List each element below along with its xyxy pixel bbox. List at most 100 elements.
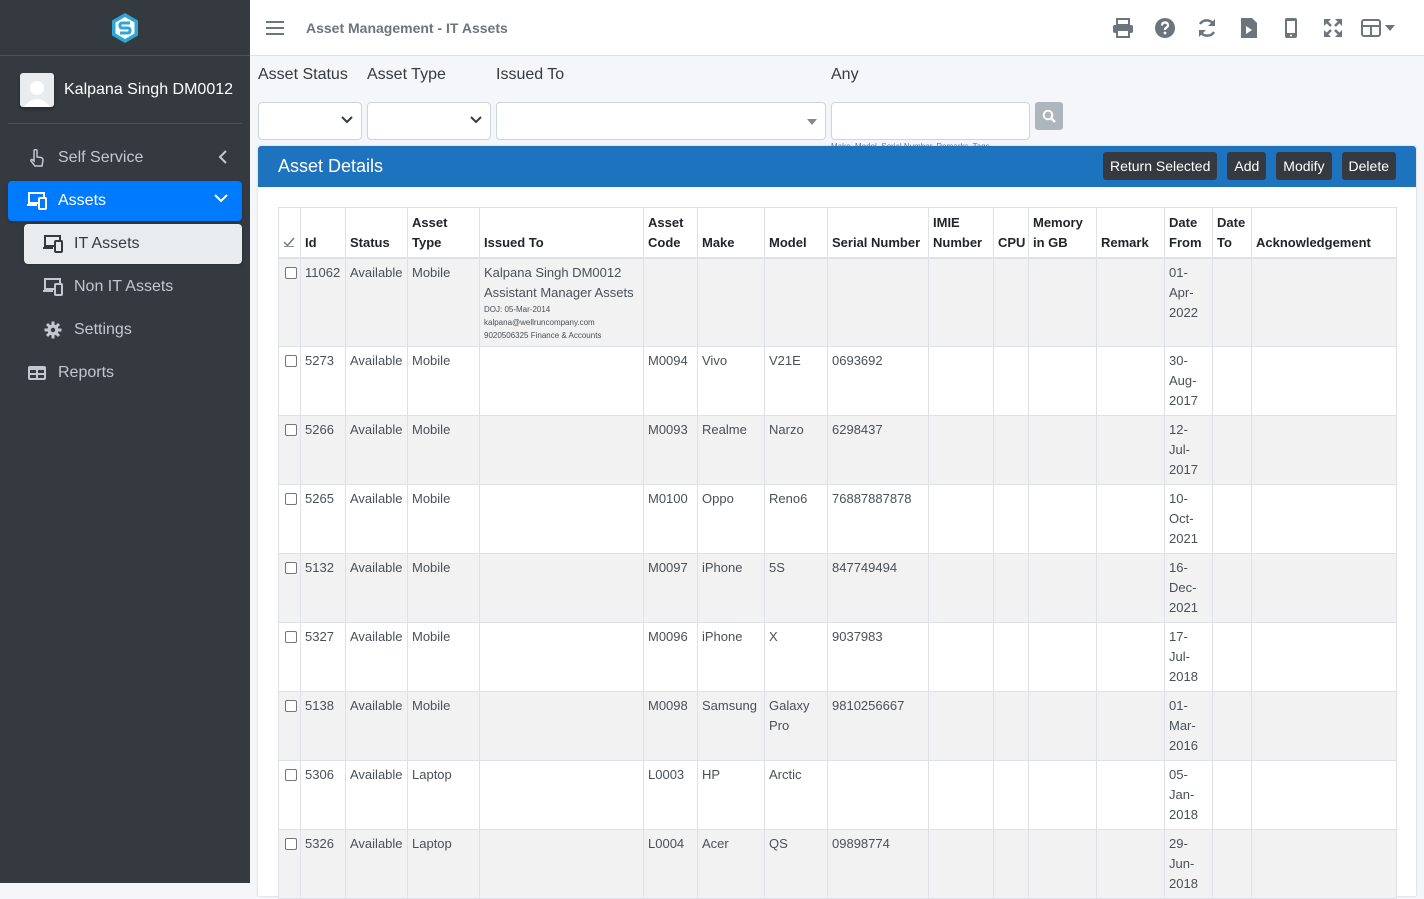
cell-serial: 09898774 — [827, 829, 929, 899]
help-button[interactable] — [1144, 14, 1186, 42]
cell-code: M0094 — [643, 346, 698, 416]
col-header-asset-type[interactable]: Asset Type — [407, 207, 480, 259]
row-checkbox[interactable] — [285, 266, 297, 279]
chevron-down-icon — [470, 116, 482, 124]
user-panel[interactable]: Kalpana Singh DM0012 — [8, 56, 242, 124]
col-header-issued-to[interactable]: Issued To — [479, 207, 644, 259]
cell-id: 11062 — [300, 257, 346, 347]
cell-id: 5327 — [300, 622, 346, 692]
row-checkbox[interactable] — [285, 424, 297, 436]
sidebar-item-reports[interactable]: Reports — [8, 353, 242, 393]
row-checkbox[interactable] — [285, 562, 297, 574]
row-checkbox[interactable] — [285, 700, 297, 712]
row-checkbox[interactable] — [285, 493, 297, 505]
return-selected-button[interactable]: Return Selected — [1102, 152, 1218, 180]
col-header-serial-number[interactable]: Serial Number — [827, 207, 929, 259]
print-button[interactable] — [1102, 14, 1144, 42]
mobile-view-button[interactable] — [1270, 14, 1312, 42]
user-name[interactable]: Kalpana Singh DM0012 — [64, 81, 233, 99]
cell-issued-to: Kalpana Singh DM0012 Assistant Manager A… — [479, 257, 644, 347]
asset-type-select[interactable] — [367, 102, 491, 140]
row-checkbox[interactable] — [285, 769, 297, 781]
cell-code: M0100 — [643, 484, 698, 554]
cell-id: 5138 — [300, 691, 346, 761]
col-header-acknowledgement[interactable]: Acknowledgement — [1251, 207, 1397, 259]
row-checkbox[interactable] — [285, 355, 297, 367]
table-row[interactable]: 5132 Available Mobile M0097 iPhone 5S 84… — [278, 553, 1397, 623]
cell-code: M0098 — [643, 691, 698, 761]
col-header-id[interactable]: Id — [300, 207, 346, 259]
table-row[interactable]: 5266 Available Mobile M0093 Realme Narzo… — [278, 415, 1397, 485]
cell-status: Available — [345, 691, 408, 761]
cell-model — [764, 257, 828, 347]
any-search-input[interactable] — [831, 102, 1030, 140]
col-header-asset-code[interactable]: Asset Code — [643, 207, 698, 259]
modify-button[interactable]: Modify — [1276, 152, 1332, 180]
asset-status-select[interactable] — [258, 102, 362, 140]
help-icon — [1155, 18, 1175, 38]
col-header-memory[interactable]: Memory in GB — [1028, 207, 1097, 259]
avatar[interactable] — [20, 72, 54, 107]
row-checkbox[interactable] — [285, 838, 297, 850]
top-navbar: Asset Management - IT Assets — [250, 0, 1424, 56]
cell-type: Mobile — [407, 346, 480, 416]
cell-date-from: 30-Aug-2017 — [1164, 346, 1213, 416]
sidebar-item-non-it-assets[interactable]: Non IT Assets — [24, 267, 242, 307]
cell-make: HP — [697, 760, 765, 830]
col-header-status[interactable]: Status — [345, 207, 408, 259]
search-icon — [1042, 109, 1056, 123]
col-header-model[interactable]: Model — [764, 207, 828, 259]
cell-model: Galaxy Pro — [764, 691, 828, 761]
chevron-left-icon — [218, 150, 227, 164]
chevron-down-icon — [214, 194, 228, 203]
sidebar-item-settings[interactable]: Settings — [24, 310, 242, 350]
refresh-button[interactable] — [1186, 14, 1228, 42]
col-header-imie-number[interactable]: IMIE Number — [928, 207, 994, 259]
search-button[interactable] — [1035, 102, 1063, 130]
cell-date-from: 05-Jan-2018 — [1164, 760, 1213, 830]
columns-toggle-button[interactable] — [1354, 14, 1402, 42]
table-row[interactable]: 11062 Available Mobile Kalpana Singh DM0… — [278, 257, 1397, 347]
cell-type: Mobile — [407, 691, 480, 761]
file-export-icon — [1241, 18, 1257, 38]
hamburger-menu-icon[interactable] — [266, 20, 284, 36]
sidebar-item-it-assets[interactable]: IT Assets — [24, 224, 242, 264]
cell-status: Available — [345, 553, 408, 623]
fullscreen-button[interactable] — [1312, 14, 1354, 42]
delete-button[interactable]: Delete — [1341, 152, 1396, 180]
cell-status: Available — [345, 829, 408, 899]
logo-icon[interactable] — [110, 12, 140, 44]
issued-to-label: Issued To — [496, 66, 565, 83]
col-header-date-from[interactable]: Date From — [1164, 207, 1213, 259]
cell-serial: 9810256667 — [827, 691, 929, 761]
cell-id: 5265 — [300, 484, 346, 554]
table-row[interactable]: 5327 Available Mobile M0096 iPhone X 903… — [278, 622, 1397, 692]
cell-serial: 6298437 — [827, 415, 929, 485]
col-header-date-to[interactable]: Date To — [1212, 207, 1252, 259]
issued-to-phone: 9020506325 Finance & Accounts — [484, 330, 602, 340]
issued-to-select[interactable] — [496, 102, 826, 140]
cell-model: X — [764, 622, 828, 692]
col-header-remark[interactable]: Remark — [1096, 207, 1165, 259]
cell-model: Narzo — [764, 415, 828, 485]
table-row[interactable]: 5265 Available Mobile M0100 Oppo Reno6 7… — [278, 484, 1397, 554]
table-row[interactable]: 5326 Available Laptop L0004 Acer QS 0989… — [278, 829, 1397, 899]
sidebar-item-assets[interactable]: Assets — [8, 181, 242, 221]
table-row[interactable]: 5306 Available Laptop L0003 HP Arctic 05… — [278, 760, 1397, 830]
cell-serial: 847749494 — [827, 553, 929, 623]
mobile-icon — [1285, 18, 1297, 38]
cell-serial — [827, 760, 929, 830]
select-all-header[interactable] — [278, 207, 301, 259]
col-header-cpu[interactable]: CPU — [993, 207, 1029, 259]
table-row[interactable]: 5138 Available Mobile M0098 Samsung Gala… — [278, 691, 1397, 761]
sidebar-item-self-service[interactable]: Self Service — [8, 138, 242, 178]
chevron-down-icon — [341, 116, 353, 124]
cell-status: Available — [345, 622, 408, 692]
row-checkbox[interactable] — [285, 631, 297, 643]
cell-make: Samsung — [697, 691, 765, 761]
add-button[interactable]: Add — [1227, 152, 1267, 180]
col-header-make[interactable]: Make — [697, 207, 765, 259]
table-row[interactable]: 5273 Available Mobile M0094 Vivo V21E 06… — [278, 346, 1397, 416]
export-button[interactable] — [1228, 14, 1270, 42]
cell-type: Mobile — [407, 257, 480, 347]
